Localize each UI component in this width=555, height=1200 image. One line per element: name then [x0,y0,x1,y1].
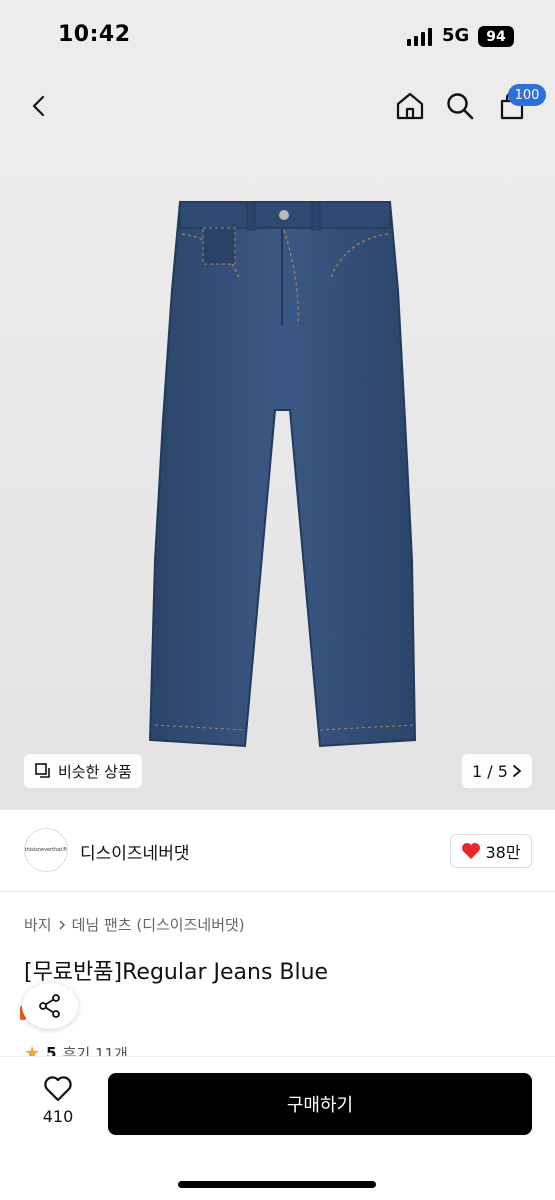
store-logo[interactable]: thisisneverthat® [24,828,68,872]
battery-level: 94 [486,28,506,45]
search-button[interactable] [438,84,482,128]
wishlist-count: 410 [42,1107,74,1126]
search-icon [447,93,474,120]
breadcrumb: 바지 데님 팬츠 (디스이즈네버댓) [24,914,245,935]
store-row: thisisneverthat® 디스이즈네버댓 38만 [0,810,555,892]
product-title: [무료반품]Regular Jeans Blue [24,960,329,985]
cart-count-badge: 100 [508,84,546,106]
home-icon [396,92,424,120]
home-indicator [178,1181,376,1188]
image-page-counter[interactable]: 1 / 5 [462,754,532,788]
status-bar: 10:42 5G 94 [0,0,555,70]
chevron-left-icon [32,95,45,117]
jeans-image [148,201,417,748]
status-time: 10:42 [58,22,131,47]
store-like-button[interactable]: 38만 [450,834,532,868]
nav-bar: 100 [0,70,555,140]
store-name[interactable]: 디스이즈네버댓 [80,839,189,864]
heart-outline-icon [44,1076,72,1102]
chevron-right-icon [513,765,521,777]
breadcrumb-item[interactable]: 바지 [24,914,52,935]
battery-icon: 94 [478,26,514,47]
home-button[interactable] [388,84,432,128]
share-button[interactable] [22,983,78,1029]
page-counter-text: 1 / 5 [472,761,508,781]
store-logo-text: thisisneverthat® [24,847,68,853]
wishlist-button[interactable]: 410 [30,1075,86,1139]
back-button[interactable] [18,84,62,128]
bottom-action-bar: 410 구매하기 [0,1056,555,1200]
buy-button[interactable]: 구매하기 [108,1073,532,1135]
breadcrumb-item[interactable]: 데님 팬츠 (디스이즈네버댓) [72,914,245,935]
similar-products-button[interactable]: 비슷한 상품 [24,754,142,788]
heart-filled-icon [462,843,481,859]
product-image-carousel[interactable]: 비슷한 상품 1 / 5 [0,140,555,810]
network-label: 5G [442,25,470,46]
copy-icon [35,763,50,778]
chevron-right-icon [59,919,65,930]
signal-icon [407,28,432,46]
store-like-count: 38만 [485,843,521,862]
similar-products-label: 비슷한 상품 [58,762,132,781]
share-icon [39,994,60,1018]
